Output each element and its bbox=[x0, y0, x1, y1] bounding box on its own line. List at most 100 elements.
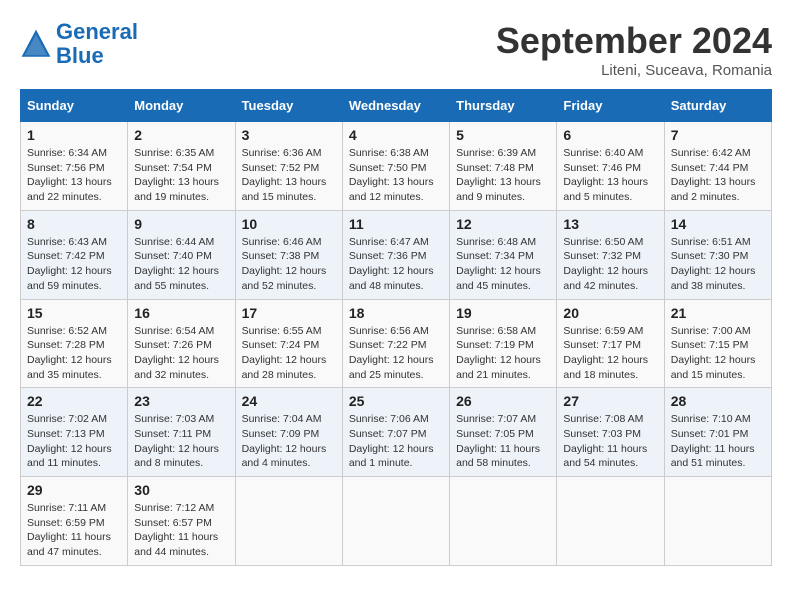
day-info: Sunrise: 6:40 AMSunset: 7:46 PMDaylight:… bbox=[563, 146, 657, 205]
calendar-cell: 9 Sunrise: 6:44 AMSunset: 7:40 PMDaylight… bbox=[128, 210, 235, 299]
day-number: 23 bbox=[134, 393, 228, 409]
day-info: Sunrise: 6:44 AMSunset: 7:40 PMDaylight:… bbox=[134, 235, 228, 294]
calendar-cell: 16 Sunrise: 6:54 AMSunset: 7:26 PMDayligh… bbox=[128, 299, 235, 388]
day-info: Sunrise: 6:59 AMSunset: 7:17 PMDaylight:… bbox=[563, 324, 657, 383]
day-number: 13 bbox=[563, 216, 657, 232]
calendar-cell: 27 Sunrise: 7:08 AMSunset: 7:03 PMDayligh… bbox=[557, 388, 664, 477]
day-info: Sunrise: 6:36 AMSunset: 7:52 PMDaylight:… bbox=[242, 146, 336, 205]
day-number: 1 bbox=[27, 127, 121, 143]
weekday-header-wednesday: Wednesday bbox=[342, 90, 449, 122]
calendar-cell: 19 Sunrise: 6:58 AMSunset: 7:19 PMDayligh… bbox=[450, 299, 557, 388]
day-info: Sunrise: 6:42 AMSunset: 7:44 PMDaylight:… bbox=[671, 146, 765, 205]
day-info: Sunrise: 7:02 AMSunset: 7:13 PMDaylight:… bbox=[27, 412, 121, 471]
day-info: Sunrise: 6:50 AMSunset: 7:32 PMDaylight:… bbox=[563, 235, 657, 294]
logo-icon bbox=[20, 28, 52, 60]
day-info: Sunrise: 6:34 AMSunset: 7:56 PMDaylight:… bbox=[27, 146, 121, 205]
calendar-cell: 8 Sunrise: 6:43 AMSunset: 7:42 PMDaylight… bbox=[21, 210, 128, 299]
calendar-cell: 18 Sunrise: 6:56 AMSunset: 7:22 PMDayligh… bbox=[342, 299, 449, 388]
weekday-header-tuesday: Tuesday bbox=[235, 90, 342, 122]
day-number: 12 bbox=[456, 216, 550, 232]
day-number: 8 bbox=[27, 216, 121, 232]
calendar-cell: 5Sunrise: 6:39 AMSunset: 7:48 PMDaylight… bbox=[450, 122, 557, 211]
calendar-cell: 17Sunrise: 6:55 AMSunset: 7:24 PMDayligh… bbox=[235, 299, 342, 388]
calendar-cell: 2 Sunrise: 6:35 AMSunset: 7:54 PMDaylight… bbox=[128, 122, 235, 211]
day-number: 25 bbox=[349, 393, 443, 409]
calendar-cell: 29 Sunrise: 7:11 AMSunset: 6:59 PMDayligh… bbox=[21, 477, 128, 566]
calendar-week-1: 1 Sunrise: 6:34 AMSunset: 7:56 PMDaylight… bbox=[21, 122, 772, 211]
calendar-cell: 10 Sunrise: 6:46 AMSunset: 7:38 PMDayligh… bbox=[235, 210, 342, 299]
calendar-cell bbox=[450, 477, 557, 566]
calendar-cell: 14 Sunrise: 6:51 AMSunset: 7:30 PMDayligh… bbox=[664, 210, 771, 299]
day-number: 20 bbox=[563, 305, 657, 321]
day-info: Sunrise: 7:08 AMSunset: 7:03 PMDaylight:… bbox=[563, 412, 657, 471]
day-number: 14 bbox=[671, 216, 765, 232]
day-number: 4 bbox=[349, 127, 443, 143]
day-number: 30 bbox=[134, 482, 228, 498]
day-number: 10 bbox=[242, 216, 336, 232]
calendar-cell: 3 Sunrise: 6:36 AMSunset: 7:52 PMDaylight… bbox=[235, 122, 342, 211]
day-info: Sunrise: 7:07 AMSunset: 7:05 PMDaylight:… bbox=[456, 412, 550, 471]
day-info: Sunrise: 7:11 AMSunset: 6:59 PMDaylight:… bbox=[27, 501, 121, 560]
day-number: 16 bbox=[134, 305, 228, 321]
day-info: Sunrise: 6:43 AMSunset: 7:42 PMDaylight:… bbox=[27, 235, 121, 294]
day-number: 2 bbox=[134, 127, 228, 143]
calendar-week-5: 29 Sunrise: 7:11 AMSunset: 6:59 PMDayligh… bbox=[21, 477, 772, 566]
location: Liteni, Suceava, Romania bbox=[496, 62, 772, 79]
calendar-cell: 22Sunrise: 7:02 AMSunset: 7:13 PMDayligh… bbox=[21, 388, 128, 477]
day-number: 15 bbox=[27, 305, 121, 321]
calendar-cell: 25 Sunrise: 7:06 AMSunset: 7:07 PMDayligh… bbox=[342, 388, 449, 477]
day-number: 27 bbox=[563, 393, 657, 409]
calendar-cell: 28 Sunrise: 7:10 AMSunset: 7:01 PMDayligh… bbox=[664, 388, 771, 477]
day-number: 19 bbox=[456, 305, 550, 321]
day-info: Sunrise: 7:06 AMSunset: 7:07 PMDaylight:… bbox=[349, 412, 443, 471]
day-info: Sunrise: 6:38 AMSunset: 7:50 PMDaylight:… bbox=[349, 146, 443, 205]
calendar-cell: 13 Sunrise: 6:50 AMSunset: 7:32 PMDayligh… bbox=[557, 210, 664, 299]
calendar-cell: 4 Sunrise: 6:38 AMSunset: 7:50 PMDaylight… bbox=[342, 122, 449, 211]
calendar-week-2: 8 Sunrise: 6:43 AMSunset: 7:42 PMDaylight… bbox=[21, 210, 772, 299]
day-number: 18 bbox=[349, 305, 443, 321]
calendar-cell bbox=[557, 477, 664, 566]
day-number: 28 bbox=[671, 393, 765, 409]
weekday-header-thursday: Thursday bbox=[450, 90, 557, 122]
day-info: Sunrise: 6:46 AMSunset: 7:38 PMDaylight:… bbox=[242, 235, 336, 294]
day-number: 7 bbox=[671, 127, 765, 143]
day-info: Sunrise: 6:58 AMSunset: 7:19 PMDaylight:… bbox=[456, 324, 550, 383]
calendar-cell bbox=[235, 477, 342, 566]
day-number: 21 bbox=[671, 305, 765, 321]
day-info: Sunrise: 7:10 AMSunset: 7:01 PMDaylight:… bbox=[671, 412, 765, 471]
page-header: General Blue September 2024 Liteni, Suce… bbox=[20, 20, 772, 79]
day-info: Sunrise: 6:47 AMSunset: 7:36 PMDaylight:… bbox=[349, 235, 443, 294]
day-info: Sunrise: 6:55 AMSunset: 7:24 PMDaylight:… bbox=[242, 324, 336, 383]
calendar-cell: 11 Sunrise: 6:47 AMSunset: 7:36 PMDayligh… bbox=[342, 210, 449, 299]
day-number: 6 bbox=[563, 127, 657, 143]
day-info: Sunrise: 6:56 AMSunset: 7:22 PMDaylight:… bbox=[349, 324, 443, 383]
day-info: Sunrise: 6:52 AMSunset: 7:28 PMDaylight:… bbox=[27, 324, 121, 383]
day-number: 5 bbox=[456, 127, 550, 143]
calendar-cell bbox=[664, 477, 771, 566]
day-info: Sunrise: 6:48 AMSunset: 7:34 PMDaylight:… bbox=[456, 235, 550, 294]
day-info: Sunrise: 6:35 AMSunset: 7:54 PMDaylight:… bbox=[134, 146, 228, 205]
calendar-cell: 15 Sunrise: 6:52 AMSunset: 7:28 PMDayligh… bbox=[21, 299, 128, 388]
weekday-header-monday: Monday bbox=[128, 90, 235, 122]
weekday-header-friday: Friday bbox=[557, 90, 664, 122]
calendar-week-3: 15 Sunrise: 6:52 AMSunset: 7:28 PMDayligh… bbox=[21, 299, 772, 388]
day-number: 9 bbox=[134, 216, 228, 232]
logo-text: General Blue bbox=[56, 20, 138, 68]
logo: General Blue bbox=[20, 20, 138, 68]
day-info: Sunrise: 6:54 AMSunset: 7:26 PMDaylight:… bbox=[134, 324, 228, 383]
day-info: Sunrise: 7:04 AMSunset: 7:09 PMDaylight:… bbox=[242, 412, 336, 471]
weekday-header-saturday: Saturday bbox=[664, 90, 771, 122]
day-info: Sunrise: 7:12 AMSunset: 6:57 PMDaylight:… bbox=[134, 501, 228, 560]
weekday-header-row: SundayMondayTuesdayWednesdayThursdayFrid… bbox=[21, 90, 772, 122]
calendar-cell: 30 Sunrise: 7:12 AMSunset: 6:57 PMDayligh… bbox=[128, 477, 235, 566]
day-number: 3 bbox=[242, 127, 336, 143]
calendar-cell: 24Sunrise: 7:04 AMSunset: 7:09 PMDayligh… bbox=[235, 388, 342, 477]
calendar-cell: 21Sunrise: 7:00 AMSunset: 7:15 PMDayligh… bbox=[664, 299, 771, 388]
calendar-week-4: 22Sunrise: 7:02 AMSunset: 7:13 PMDayligh… bbox=[21, 388, 772, 477]
day-info: Sunrise: 6:51 AMSunset: 7:30 PMDaylight:… bbox=[671, 235, 765, 294]
calendar-cell: 23Sunrise: 7:03 AMSunset: 7:11 PMDayligh… bbox=[128, 388, 235, 477]
day-number: 11 bbox=[349, 216, 443, 232]
day-number: 29 bbox=[27, 482, 121, 498]
calendar-cell: 6 Sunrise: 6:40 AMSunset: 7:46 PMDaylight… bbox=[557, 122, 664, 211]
calendar-cell bbox=[342, 477, 449, 566]
